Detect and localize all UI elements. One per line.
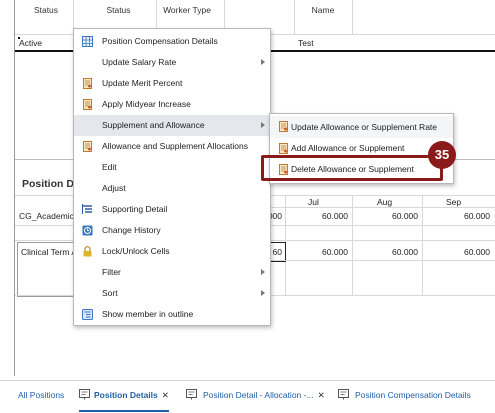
- row-marker: [18, 37, 20, 39]
- menu-item-allowance-supplement-allocations[interactable]: Allowance and Supplement Allocations: [74, 136, 270, 157]
- tab-position-compensation-details[interactable]: Position Compensation Details: [338, 381, 471, 409]
- value-cell[interactable]: 60.000: [370, 247, 418, 257]
- divider: [266, 207, 495, 208]
- col-header-label: Status: [106, 5, 131, 15]
- change-history-icon: [82, 225, 93, 236]
- divider: [352, 0, 353, 34]
- lock-icon: [83, 246, 92, 257]
- section-title: Position D: [22, 178, 74, 190]
- menu-item-label: Sort: [102, 288, 118, 298]
- form-icon: [83, 99, 92, 110]
- form-icon: [338, 389, 349, 400]
- value-cell[interactable]: 60.000: [440, 247, 490, 257]
- close-icon[interactable]: ✕: [318, 390, 325, 400]
- month-header-sep[interactable]: Sep: [446, 197, 461, 207]
- tab-label: Position Details: [94, 390, 158, 400]
- month-header-jul[interactable]: Jul: [308, 197, 319, 207]
- menu-item-sort[interactable]: Sort: [74, 283, 270, 304]
- tab-label: Position Detail - Allocation -...: [203, 390, 314, 400]
- menu-item-update-merit-percent[interactable]: Update Merit Percent: [74, 73, 270, 94]
- menu-item-label: Apply Midyear Increase: [102, 99, 191, 109]
- row-label-clinical-term[interactable]: Clinical Term A: [21, 247, 77, 257]
- outline-icon: [82, 309, 93, 320]
- submenu-item-update-allowance-rate[interactable]: Update Allowance or Supplement Rate: [270, 116, 453, 138]
- menu-item-label: Supplement and Allowance: [102, 120, 205, 130]
- menu-item-label: Show member in outline: [102, 309, 194, 319]
- menu-item-supplement-and-allowance[interactable]: Supplement and Allowance: [74, 115, 270, 136]
- form-icon: [83, 141, 92, 152]
- value-cell[interactable]: 60.000: [300, 247, 348, 257]
- month-header-aug[interactable]: Aug: [377, 197, 392, 207]
- col-header-status[interactable]: Status: [20, 5, 72, 35]
- col-header-label: Status: [33, 5, 59, 15]
- divider: [422, 195, 423, 295]
- menu-item-label: Lock/Unlock Cells: [102, 246, 170, 256]
- menu-item-update-salary-rate[interactable]: Update Salary Rate: [74, 52, 270, 73]
- tab-bar: All Positions Position Details ✕ Position…: [0, 380, 495, 413]
- tab-all-positions[interactable]: All Positions: [18, 381, 64, 409]
- highlight-box: [261, 155, 443, 181]
- menu-item-position-compensation-details[interactable]: Position Compensation Details: [74, 31, 270, 52]
- menu-item-label: Update Merit Percent: [102, 78, 183, 88]
- submenu-item-label: Update Allowance or Supplement Rate: [291, 122, 438, 132]
- menu-item-label: Edit: [102, 162, 117, 172]
- row-label-cg-academic[interactable]: CG_Academic: [19, 211, 74, 221]
- col-header-label: Name: [311, 5, 335, 15]
- value-cell[interactable]: 60.000: [370, 211, 418, 221]
- value-cell[interactable]: 60.000: [440, 211, 490, 221]
- divider: [266, 260, 495, 261]
- menu-item-label: Change History: [102, 225, 161, 235]
- menu-item-supporting-detail[interactable]: Supporting Detail: [74, 199, 270, 220]
- menu-item-apply-midyear-increase[interactable]: Apply Midyear Increase: [74, 94, 270, 115]
- submenu-arrow-icon: [261, 269, 265, 275]
- menu-item-label: Update Salary Rate: [102, 57, 177, 67]
- tab-label: All Positions: [18, 390, 65, 400]
- form-icon: [279, 121, 288, 132]
- menu-item-label: Adjust: [102, 183, 126, 193]
- menu-item-show-member-in-outline[interactable]: Show member in outline: [74, 304, 270, 325]
- menu-item-label: Position Compensation Details: [102, 36, 218, 46]
- divider: [352, 195, 353, 295]
- menu-item-label: Filter: [102, 267, 121, 277]
- supporting-detail-icon: [82, 204, 92, 214]
- row-status-cell[interactable]: Active: [19, 38, 42, 48]
- menu-item-edit[interactable]: Edit: [74, 157, 270, 178]
- menu-item-lock-unlock-cells[interactable]: Lock/Unlock Cells: [74, 241, 270, 262]
- submenu-arrow-icon: [261, 122, 265, 128]
- grid-icon: [82, 36, 93, 47]
- tab-label: Position Compensation Details: [355, 390, 471, 400]
- submenu-arrow-icon: [261, 59, 265, 65]
- close-icon[interactable]: ✕: [162, 390, 169, 400]
- tab-position-detail-allocation[interactable]: Position Detail - Allocation -... ✕: [186, 381, 325, 409]
- menu-item-adjust[interactable]: Adjust: [74, 178, 270, 199]
- menu-item-label: Supporting Detail: [102, 204, 168, 214]
- menu-item-label: Allowance and Supplement Allocations: [102, 141, 249, 151]
- context-menu: Position Compensation Details Update Sal…: [73, 28, 271, 326]
- form-icon: [83, 78, 92, 89]
- form-icon: [79, 389, 90, 400]
- divider: [294, 0, 295, 34]
- col-header-name[interactable]: Name: [300, 5, 346, 35]
- form-icon: [279, 143, 288, 154]
- tab-position-details[interactable]: Position Details ✕: [79, 381, 169, 412]
- menu-item-change-history[interactable]: Change History: [74, 220, 270, 241]
- row-name-cell[interactable]: Test: [298, 38, 314, 48]
- col-header-label: Worker Type: [163, 5, 211, 15]
- step-badge: 35: [428, 141, 456, 169]
- form-icon: [186, 389, 197, 400]
- submenu-arrow-icon: [261, 290, 265, 296]
- value-cell[interactable]: 60.000: [300, 211, 348, 221]
- menu-item-filter[interactable]: Filter: [74, 262, 270, 283]
